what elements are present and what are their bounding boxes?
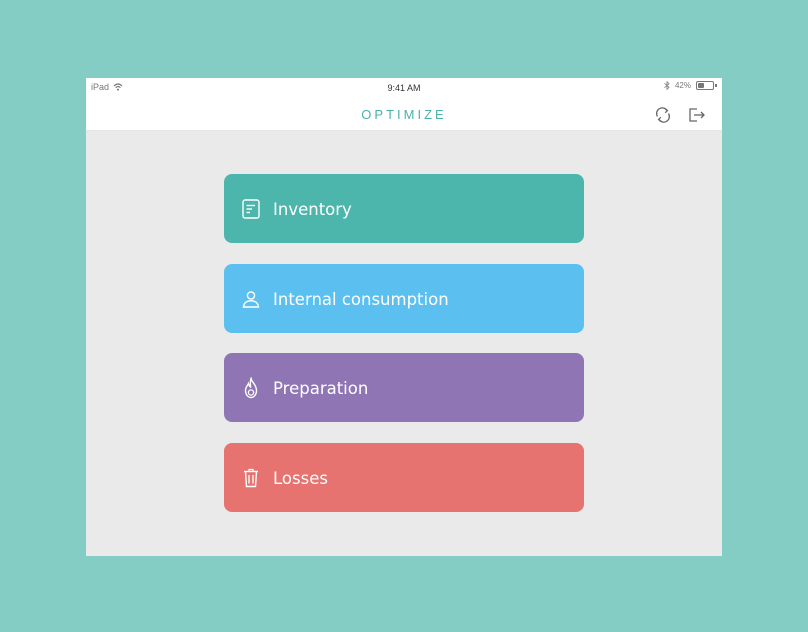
refresh-icon — [656, 107, 670, 123]
person-icon — [242, 291, 260, 308]
losses-button[interactable]: Losses — [224, 443, 584, 512]
status-bar: iPad 9:41 AM 42% — [86, 78, 722, 98]
losses-label: Losses — [273, 469, 328, 488]
battery-level — [698, 83, 704, 88]
status-time: 9:41 AM — [387, 83, 421, 93]
inventory-label: Inventory — [273, 200, 352, 219]
battery-percent: 42% — [674, 81, 691, 90]
inventory-button[interactable]: Inventory — [224, 174, 584, 243]
ipad-screen: iPad 9:41 AM 42% OPTIMIZE Inventory Inte… — [86, 78, 722, 556]
navbar: OPTIMIZE — [86, 98, 722, 131]
status-right: 42% — [664, 81, 717, 90]
app-logo: OPTIMIZE — [361, 107, 447, 122]
battery-icon — [696, 81, 714, 90]
flame-icon — [244, 377, 258, 399]
internal-consumption-label: Internal consumption — [273, 290, 449, 309]
logout-icon — [689, 108, 705, 122]
sync-button[interactable] — [653, 105, 673, 125]
trash-icon — [244, 468, 258, 488]
logout-button[interactable] — [687, 105, 707, 125]
internal-consumption-button[interactable]: Internal consumption — [224, 264, 584, 333]
bluetooth-icon — [664, 81, 670, 90]
clipboard-icon — [242, 199, 260, 219]
battery-tip — [715, 84, 717, 87]
preparation-button[interactable]: Preparation — [224, 353, 584, 422]
preparation-label: Preparation — [273, 379, 369, 398]
